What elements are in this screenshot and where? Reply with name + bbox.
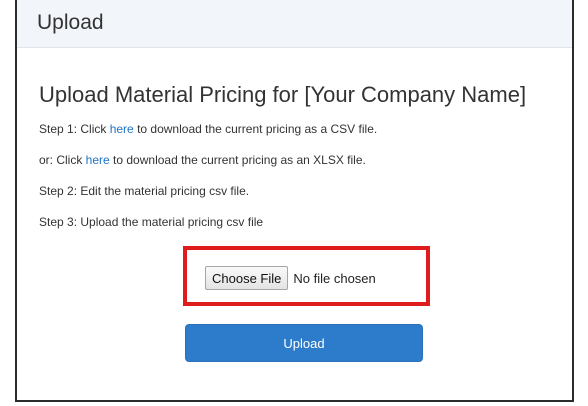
download-csv-link[interactable]: here [110, 122, 134, 136]
step-1-alt-text: or: Click here to download the current p… [39, 153, 366, 167]
step-1-suffix: to download the current pricing as a CSV… [133, 122, 378, 136]
step-2-text: Step 2: Edit the material pricing csv fi… [39, 184, 250, 198]
step-1-alt-prefix: or: Click [39, 153, 86, 167]
panel-title: Upload [37, 11, 104, 34]
download-xlsx-link[interactable]: here [86, 153, 110, 167]
upload-panel: Upload Upload Material Pricing for [Your… [15, 0, 574, 402]
file-input[interactable]: Choose File No file chosen [205, 265, 376, 291]
choose-file-button[interactable]: Choose File [205, 266, 289, 290]
step-1-prefix: Step 1: Click [39, 122, 110, 136]
upload-button[interactable]: Upload [185, 324, 423, 362]
step-3-text: Step 3: Upload the material pricing csv … [39, 215, 264, 229]
file-status-text: No file chosen [293, 270, 376, 286]
panel-header: Upload [17, 0, 572, 48]
step-1-text: Step 1: Click here to download the curre… [39, 122, 377, 136]
step-1-alt-suffix: to download the current pricing as an XL… [109, 153, 366, 167]
page-heading: Upload Material Pricing for [Your Compan… [39, 82, 527, 107]
